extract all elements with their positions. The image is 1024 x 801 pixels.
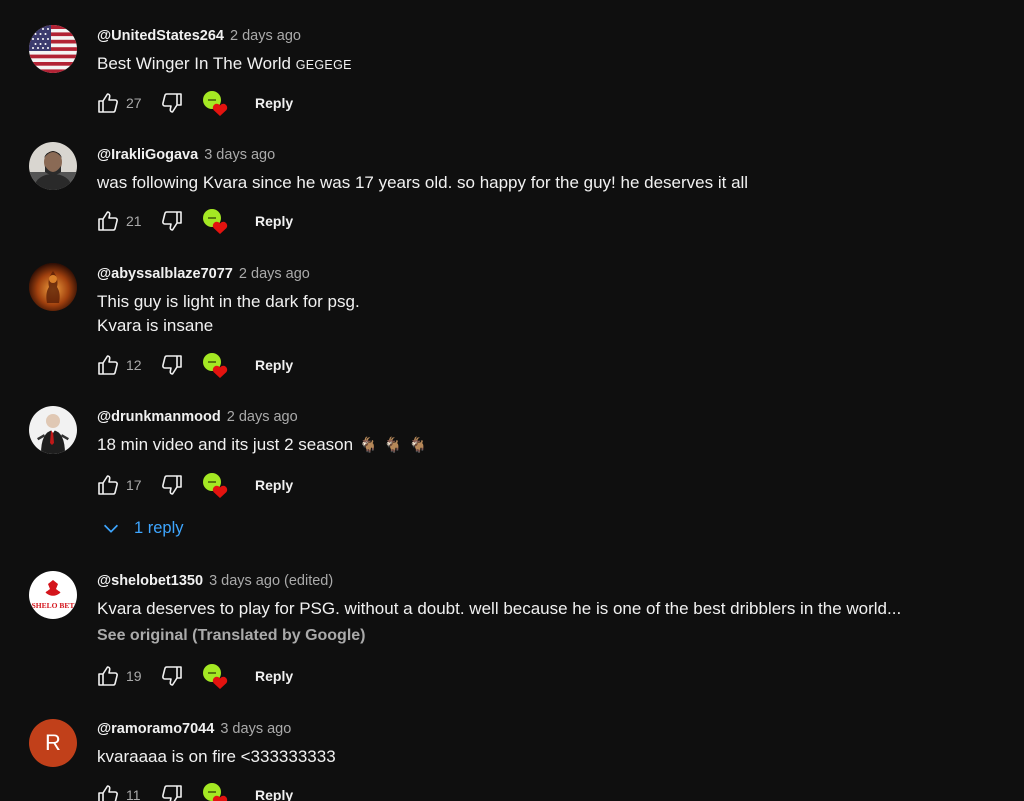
comment-meta: @drunkmanmood 2 days ago	[97, 407, 1004, 427]
thumbs-up-icon	[98, 211, 118, 231]
avatar-logo-text: SHELO BET	[32, 601, 75, 610]
comment-actions: 11 Reply	[95, 781, 293, 801]
comment-time[interactable]: 2 days ago	[239, 266, 310, 282]
comment-text: Kvara deserves to play for PSG. without …	[97, 599, 902, 618]
creator-heart-icon	[201, 89, 231, 117]
like-button[interactable]	[95, 782, 121, 801]
thumbs-up-icon	[98, 666, 118, 686]
fire-figure-avatar[interactable]	[29, 263, 77, 311]
thumbs-down-icon	[162, 355, 182, 375]
comments-thread: @UnitedStates264 2 days ago Best Winger …	[0, 0, 1024, 801]
thumbs-down-icon	[162, 785, 182, 801]
creator-heart-icon	[201, 207, 231, 235]
comment-time[interactable]: 2 days ago	[227, 409, 298, 425]
reply-button[interactable]: Reply	[255, 95, 293, 111]
dislike-button[interactable]	[159, 782, 185, 801]
comment-time[interactable]: 3 days ago (edited)	[209, 573, 333, 589]
dislike-button[interactable]	[159, 472, 185, 498]
thumbs-down-icon	[162, 666, 182, 686]
dislike-button[interactable]	[159, 90, 185, 116]
comment-author[interactable]: @UnitedStates264	[97, 28, 224, 44]
comment-time[interactable]: 2 days ago	[230, 28, 301, 44]
reply-button[interactable]: Reply	[255, 668, 293, 684]
like-button[interactable]	[95, 208, 121, 234]
goat-emoji: 🐐	[383, 437, 403, 454]
comment-body: @shelobet1350 3 days ago (edited) Kvara …	[97, 571, 1004, 647]
thumbs-down-icon	[162, 475, 182, 495]
avatar-letter: R	[45, 730, 61, 755]
like-button[interactable]	[95, 90, 121, 116]
comment-text-main: 18 min video and its just 2 season	[97, 435, 354, 454]
comment-time[interactable]: 3 days ago	[204, 147, 275, 163]
comment-body: @abyssalblaze7077 2 days ago This guy is…	[97, 264, 1004, 338]
hitman-avatar[interactable]	[29, 406, 77, 454]
comment-text: This guy is light in the dark for psg. K…	[97, 292, 360, 335]
comment-meta: @UnitedStates264 2 days ago	[97, 26, 1004, 46]
like-count: 11	[126, 787, 141, 801]
comment-body: @ramoramo7044 3 days ago kvaraaaa is on …	[97, 719, 1004, 769]
us-flag-avatar[interactable]	[29, 25, 77, 73]
thumbs-up-icon	[98, 93, 118, 113]
comment-actions: 17 Reply	[95, 471, 293, 499]
comment-text: was following Kvara since he was 17 year…	[97, 173, 749, 192]
comment-body: @UnitedStates264 2 days ago Best Winger …	[97, 26, 1004, 77]
comment-text-main: Best Winger In The World	[97, 54, 292, 73]
creator-heart-icon	[201, 781, 231, 801]
comment-actions: 27 Reply	[95, 89, 293, 117]
comment-author[interactable]: @abyssalblaze7077	[97, 266, 233, 282]
profile-photo-avatar[interactable]	[29, 142, 77, 190]
shelo-bet-logo-avatar[interactable]: SHELO BET	[29, 571, 77, 619]
see-original-link[interactable]: See original (Translated by Google)	[97, 625, 1004, 647]
comment-meta: @abyssalblaze7077 2 days ago	[97, 264, 1004, 284]
reply-button[interactable]: Reply	[255, 357, 293, 373]
comment-actions: 19 Reply	[95, 662, 293, 690]
reply-button[interactable]: Reply	[255, 477, 293, 493]
view-replies-button[interactable]: 1 reply	[100, 517, 184, 539]
like-count: 12	[126, 357, 142, 373]
comment-author[interactable]: @shelobet1350	[97, 573, 203, 589]
like-count: 27	[126, 95, 142, 111]
thumbs-up-icon	[98, 355, 118, 375]
like-count: 17	[126, 477, 142, 493]
comment-text-suffix: GEGEGE	[295, 58, 352, 72]
dislike-button[interactable]	[159, 352, 185, 378]
like-button[interactable]	[95, 352, 121, 378]
comment-meta: @IrakliGogava 3 days ago	[97, 145, 1004, 165]
thumbs-up-icon	[98, 785, 118, 801]
comment-text: kvaraaaa is on fire <333333333	[97, 747, 336, 766]
comment-author[interactable]: @ramoramo7044	[97, 721, 214, 737]
goat-emoji: 🐐	[408, 437, 428, 454]
like-button[interactable]	[95, 472, 121, 498]
comment-author[interactable]: @IrakliGogava	[97, 147, 198, 163]
creator-heart-icon	[201, 351, 231, 379]
reply-button[interactable]: Reply	[255, 213, 293, 229]
comment-body: @drunkmanmood 2 days ago 18 min video an…	[97, 407, 1004, 458]
like-count: 21	[126, 213, 142, 229]
creator-heart-icon	[201, 471, 231, 499]
thumbs-down-icon	[162, 211, 182, 231]
comment-body: @IrakliGogava 3 days ago was following K…	[97, 145, 1004, 195]
replies-count-label: 1 reply	[134, 518, 184, 537]
comment-text: 18 min video and its just 2 season 🐐 🐐 🐐	[97, 433, 1004, 458]
letter-avatar[interactable]: R	[29, 719, 77, 767]
thumbs-down-icon	[162, 93, 182, 113]
reply-button[interactable]: Reply	[255, 787, 293, 801]
comment-meta: @ramoramo7044 3 days ago	[97, 719, 1004, 739]
comment-actions: 21 Reply	[95, 207, 293, 235]
chevron-down-icon	[103, 524, 119, 533]
comment-text: Best Winger In The World GEGEGE	[97, 52, 1004, 77]
dislike-button[interactable]	[159, 208, 185, 234]
comment-author[interactable]: @drunkmanmood	[97, 409, 221, 425]
comment-meta: @shelobet1350 3 days ago (edited)	[97, 571, 1004, 591]
creator-heart-icon	[201, 662, 231, 690]
like-button[interactable]	[95, 663, 121, 689]
like-count: 19	[126, 668, 142, 684]
comment-time[interactable]: 3 days ago	[220, 721, 291, 737]
thumbs-up-icon	[98, 475, 118, 495]
comment-actions: 12 Reply	[95, 351, 293, 379]
dislike-button[interactable]	[159, 663, 185, 689]
goat-emoji: 🐐	[359, 437, 378, 454]
